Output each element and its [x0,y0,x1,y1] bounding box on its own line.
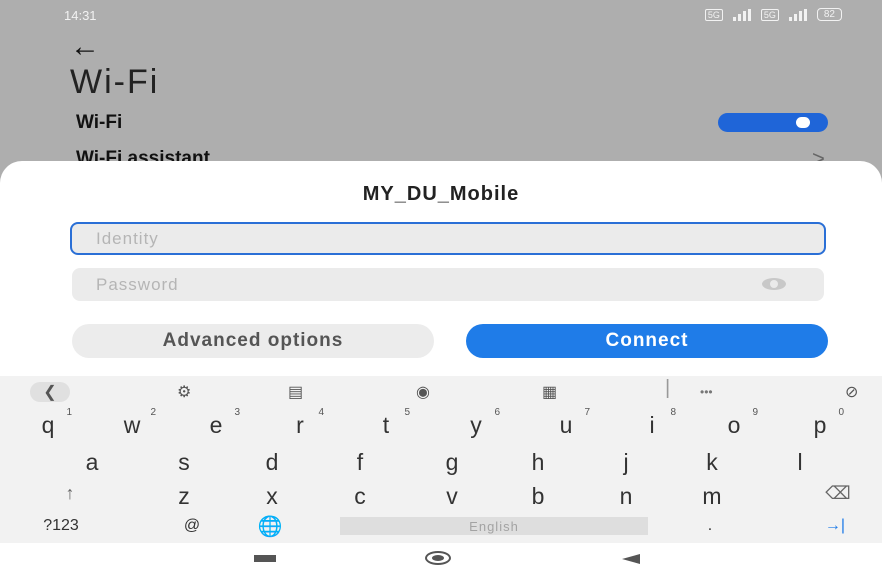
dot-key[interactable]: . [690,517,730,535]
signal-icon [732,8,751,21]
key-alt-label: 6 [494,407,500,418]
eye-icon[interactable] [762,278,786,290]
key-b[interactable]: b [518,483,558,510]
key-t[interactable]: t5 [366,407,410,439]
symbols-key[interactable]: ?123 [36,517,86,535]
key-label: e [209,412,223,438]
enter-key[interactable]: →| [815,517,855,535]
key-r[interactable]: r4 [280,407,324,439]
password-field[interactable] [72,268,824,301]
key-label: p [813,412,827,438]
key-label: i [649,412,655,438]
key-alt-label: 8 [670,407,676,418]
key-label: u [559,412,573,438]
key-n[interactable]: n [606,483,646,510]
gear-icon[interactable]: ⚙ [177,382,191,402]
globe-icon[interactable]: 🌐 [250,514,290,539]
sim2-badge: 5G [760,8,779,21]
key-alt-label: 5 [404,407,410,418]
key-y[interactable]: y6 [456,407,500,439]
status-time: 14:31 [64,8,97,23]
key-e[interactable]: e3 [196,407,240,439]
key-alt-label: 9 [752,407,758,418]
key-h[interactable]: h [518,449,558,476]
key-m[interactable]: m [692,483,732,510]
key-v[interactable]: v [432,483,472,510]
space-key[interactable]: English [340,517,648,535]
key-d[interactable]: d [252,449,292,476]
key-x[interactable]: x [252,483,292,510]
home-icon[interactable] [425,551,451,565]
key-k[interactable]: k [692,449,732,476]
key-c[interactable]: c [340,483,380,510]
key-a[interactable]: a [72,449,112,476]
key-alt-label: 7 [584,407,590,418]
identity-field[interactable] [70,222,826,255]
identity-input[interactable] [72,224,824,253]
clipboard-icon[interactable]: ▦ [542,382,557,402]
key-label: o [727,412,741,438]
key-q[interactable]: q1 [28,407,72,439]
key-i[interactable]: i8 [632,407,676,439]
palette-icon[interactable]: ◉ [416,382,430,402]
sim1-badge: 5G [704,8,723,21]
back-triangle-icon[interactable] [622,554,640,564]
key-l[interactable]: l [780,449,820,476]
mic-off-icon[interactable]: ⊘ [845,382,858,402]
key-label: q [41,412,55,438]
toggle-knob [796,117,810,128]
connect-button[interactable]: Connect [466,324,828,358]
key-alt-label: 2 [150,407,156,418]
key-u[interactable]: u7 [546,407,590,439]
arrow-left-icon[interactable]: ← [70,32,100,62]
status-bar: 14:31 5G 5G 82 [64,8,842,24]
key-o[interactable]: o9 [714,407,758,439]
key-j[interactable]: j [606,449,646,476]
key-w[interactable]: w2 [112,407,156,439]
key-g[interactable]: g [432,449,472,476]
network-name: MY_DU_Mobile [362,183,520,205]
more-icon[interactable]: ••• [700,382,713,402]
key-alt-label: 4 [318,407,324,418]
key-f[interactable]: f [340,449,380,476]
status-icons: 5G 5G 82 [704,8,842,21]
backspace-key[interactable]: ⌫ [818,483,858,504]
wifi-toggle[interactable] [718,113,828,132]
key-label: t [382,412,390,438]
password-input[interactable] [72,268,824,301]
translate-icon[interactable]: ▤ [288,382,303,402]
at-key[interactable]: @ [172,517,212,535]
key-s[interactable]: s [164,449,204,476]
key-alt-label: 3 [234,407,240,418]
advanced-options-button[interactable]: Advanced options [72,324,434,358]
key-alt-label: 1 [66,407,72,418]
key-label: r [296,412,304,438]
recents-icon[interactable] [254,555,276,562]
key-label: w [123,412,141,438]
signal-icon [788,8,807,21]
page-title: Wi-Fi [70,63,160,101]
key-p[interactable]: p0 [800,407,844,439]
battery-icon: 82 [816,8,842,21]
chevron-left-icon[interactable]: ❮ [30,382,70,402]
shift-key[interactable]: ↑ [50,483,90,504]
toolbar-divider: | [665,376,671,399]
wifi-label: Wi-Fi [76,112,123,133]
key-label: y [470,412,482,438]
keyboard-toolbar: ❮ ⚙ ▤ ◉ ▦ | ••• ⊘ [0,376,882,406]
key-alt-label: 0 [838,407,844,418]
key-z[interactable]: z [164,483,204,510]
